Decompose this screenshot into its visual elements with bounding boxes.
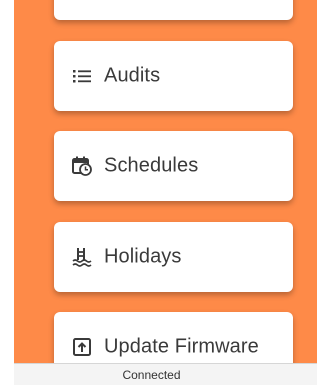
menu-item-holidays[interactable]: Holidays [54, 222, 293, 292]
menu-item-schedules[interactable]: Schedules [54, 131, 293, 201]
connection-status-text: Connected [122, 367, 181, 382]
menu-item-label: Update Firmware [104, 335, 259, 358]
page-margin [317, 0, 324, 385]
calendar-clock-icon [72, 156, 92, 176]
list-icon [72, 66, 92, 86]
menu-item-audits[interactable]: Audits [54, 41, 293, 111]
pool-icon [72, 247, 92, 267]
menu-item-label: Audits [104, 64, 161, 87]
connection-status-bar: Connected [14, 363, 317, 385]
menu-item-label: Schedules [104, 154, 199, 177]
menu-item-label: Holidays [104, 245, 182, 268]
app-screen: Audits Schedules Holidays Update Firmwar… [14, 0, 317, 385]
upload-icon [72, 337, 92, 357]
menu-card-partial[interactable] [54, 0, 293, 20]
